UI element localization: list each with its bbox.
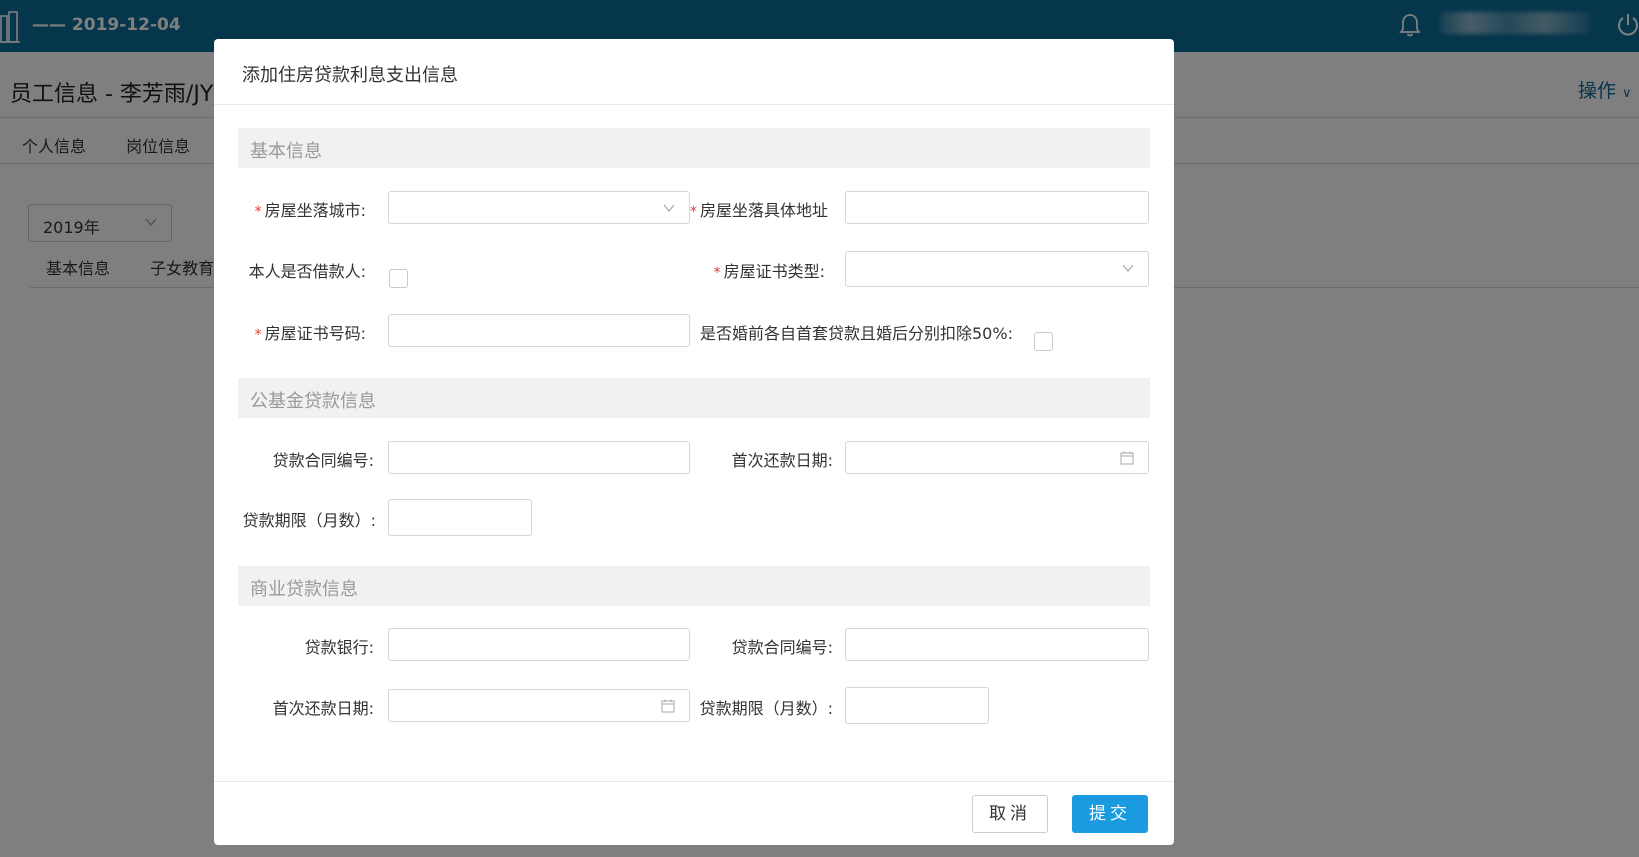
calendar-icon [1120,451,1134,465]
address-label: * 房屋坐落具体地址 [690,201,829,220]
is-borrower-checkbox[interactable] [389,269,408,288]
com-contract-label: 贷款合同编号: [731,638,833,657]
bank-label: 贷款银行: [304,638,374,657]
address-input[interactable] [845,191,1149,224]
fund-first-date-picker[interactable] [845,441,1149,474]
calendar-icon [661,699,675,713]
com-first-date-label: 首次还款日期: [272,699,374,718]
modal-title: 添加住房贷款利息支出信息 [242,65,458,86]
com-term-label: 贷款期限（月数）: [699,699,833,718]
fund-term-label: 贷款期限（月数）: [242,511,376,530]
split-50-label: 是否婚前各自首套贷款且婚后分别扣除50%: [700,324,1013,343]
cert-type-select[interactable] [845,251,1149,287]
city-label: * 房屋坐落城市: [254,201,366,220]
cert-type-label: * 房屋证书类型: [713,262,825,281]
modal-footer-divider [214,781,1174,782]
cert-no-input[interactable] [388,314,690,347]
chevron-down-icon [1122,264,1134,273]
submit-button[interactable]: 提交 [1072,795,1148,833]
com-first-date-picker[interactable] [388,689,690,722]
required-mark: * [254,327,262,343]
fund-term-input[interactable] [388,499,532,536]
fund-contract-label: 贷款合同编号: [272,451,374,470]
fund-contract-input[interactable] [388,441,690,474]
add-housing-loan-modal: 添加住房贷款利息支出信息 基本信息 * 房屋坐落城市: * 房屋坐落具体地址 本人是… [214,39,1174,845]
cert-no-label: * 房屋证书号码: [254,324,366,343]
bank-input[interactable] [388,628,690,661]
is-borrower-label: 本人是否借款人: [248,262,366,281]
split-50-checkbox[interactable] [1034,332,1053,351]
section-fund-loan: 公基金贷款信息 [238,378,1150,418]
com-contract-input[interactable] [845,628,1149,661]
required-mark: * [713,265,721,281]
required-mark: * [254,204,262,220]
chevron-down-icon [663,204,675,213]
required-mark: * [690,204,697,220]
section-commercial-loan: 商业贷款信息 [238,566,1150,606]
city-select[interactable] [388,191,690,224]
section-basic-info: 基本信息 [238,128,1150,168]
modal-header: 添加住房贷款利息支出信息 [214,39,1174,105]
cancel-button[interactable]: 取消 [972,795,1048,833]
com-term-input[interactable] [845,687,989,724]
fund-first-date-label: 首次还款日期: [731,451,833,470]
